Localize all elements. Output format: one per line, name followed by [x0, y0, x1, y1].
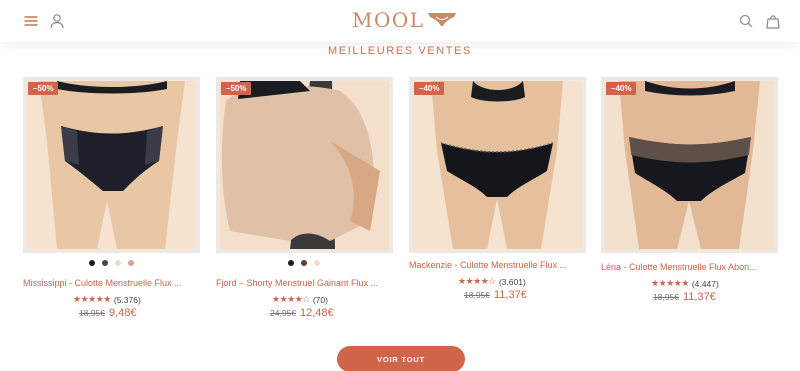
old-price: 24,95€ [270, 308, 296, 318]
sale-price: 12,48€ [300, 307, 334, 319]
product-rating: ★★★★☆ (3.601) [458, 276, 526, 287]
review-count: (3.601) [498, 276, 526, 287]
product-price: 18,95€ 9,48€ [79, 307, 137, 319]
rating-stars: ★★★★☆ [458, 276, 496, 286]
swatch-nude[interactable] [314, 260, 320, 266]
old-price: 18,95€ [653, 292, 679, 302]
logo-text: MOOL [352, 8, 425, 32]
sale-price: 11,37€ [683, 291, 716, 303]
swatch-rose[interactable] [128, 260, 134, 266]
discount-badge: –50% [28, 82, 59, 95]
product-card[interactable]: –40% [409, 77, 586, 253]
old-price: 18,95€ [79, 308, 105, 318]
swatch-black[interactable] [288, 260, 294, 266]
swatch-black[interactable] [89, 260, 95, 266]
product-title[interactable]: Mackenzie - Culotte Menstruelle Flux ... [409, 260, 587, 270]
account-icon[interactable] [48, 12, 66, 30]
review-count: (5.376) [113, 294, 141, 305]
swatch-brown[interactable] [301, 260, 307, 266]
product-title[interactable]: Fjord – Shorty Menstruel Gainant Flux ..… [216, 278, 394, 288]
rating-stars: ★★★★★ [651, 278, 689, 288]
review-count: (70) [312, 294, 328, 305]
product-price: 18,95€ 11,37€ [653, 291, 716, 303]
color-swatches [288, 260, 320, 266]
sale-price: 9,48€ [109, 307, 137, 319]
discount-badge: –40% [606, 82, 637, 95]
product-card[interactable]: –50% [216, 77, 393, 253]
old-price: 18,95€ [464, 290, 490, 300]
product-title[interactable]: Léna - Culotte Menstruelle Flux Abon... [601, 262, 779, 272]
product-photo [220, 81, 389, 249]
product-price: 24,95€ 12,48€ [270, 307, 334, 319]
discount-badge: –50% [221, 82, 252, 95]
product-rating: ★★★★★ (4.447) [651, 278, 719, 289]
rating-stars: ★★★★★ [73, 294, 111, 304]
rating-stars: ★★★★☆ [272, 294, 310, 304]
product-photo [413, 81, 582, 249]
color-swatches [89, 260, 134, 266]
view-all-button[interactable]: VOIR TOUT [337, 346, 465, 371]
product-title[interactable]: Mississippi - Culotte Menstruelle Flux .… [23, 278, 201, 288]
product-card[interactable]: –40% [601, 77, 778, 253]
brand-logo[interactable]: MOOL [352, 8, 457, 32]
product-image[interactable]: –50% [216, 77, 393, 253]
underwear-logo-icon [427, 13, 456, 26]
product-photo [27, 81, 196, 249]
product-rating: ★★★★★ (5.376) [73, 294, 141, 305]
product-rating: ★★★★☆ (70) [272, 294, 328, 305]
review-count: (4.447) [691, 278, 719, 289]
search-icon[interactable] [737, 12, 755, 30]
sale-price: 11,37€ [494, 289, 527, 301]
discount-badge: –40% [414, 82, 445, 95]
product-card[interactable]: –50% [23, 77, 200, 253]
swatch-green[interactable] [102, 260, 108, 266]
cart-icon[interactable] [764, 12, 782, 30]
section-title: MEILLEURES VENTES [328, 45, 472, 57]
product-image[interactable]: –40% [601, 77, 778, 253]
product-image[interactable]: –40% [409, 77, 586, 253]
product-image[interactable]: –50% [23, 77, 200, 253]
product-photo [605, 81, 774, 249]
site-header: MOOL [0, 0, 800, 42]
swatch-nude[interactable] [115, 260, 121, 266]
product-price: 18,95€ 11,37€ [464, 289, 527, 301]
menu-icon[interactable] [22, 12, 40, 30]
